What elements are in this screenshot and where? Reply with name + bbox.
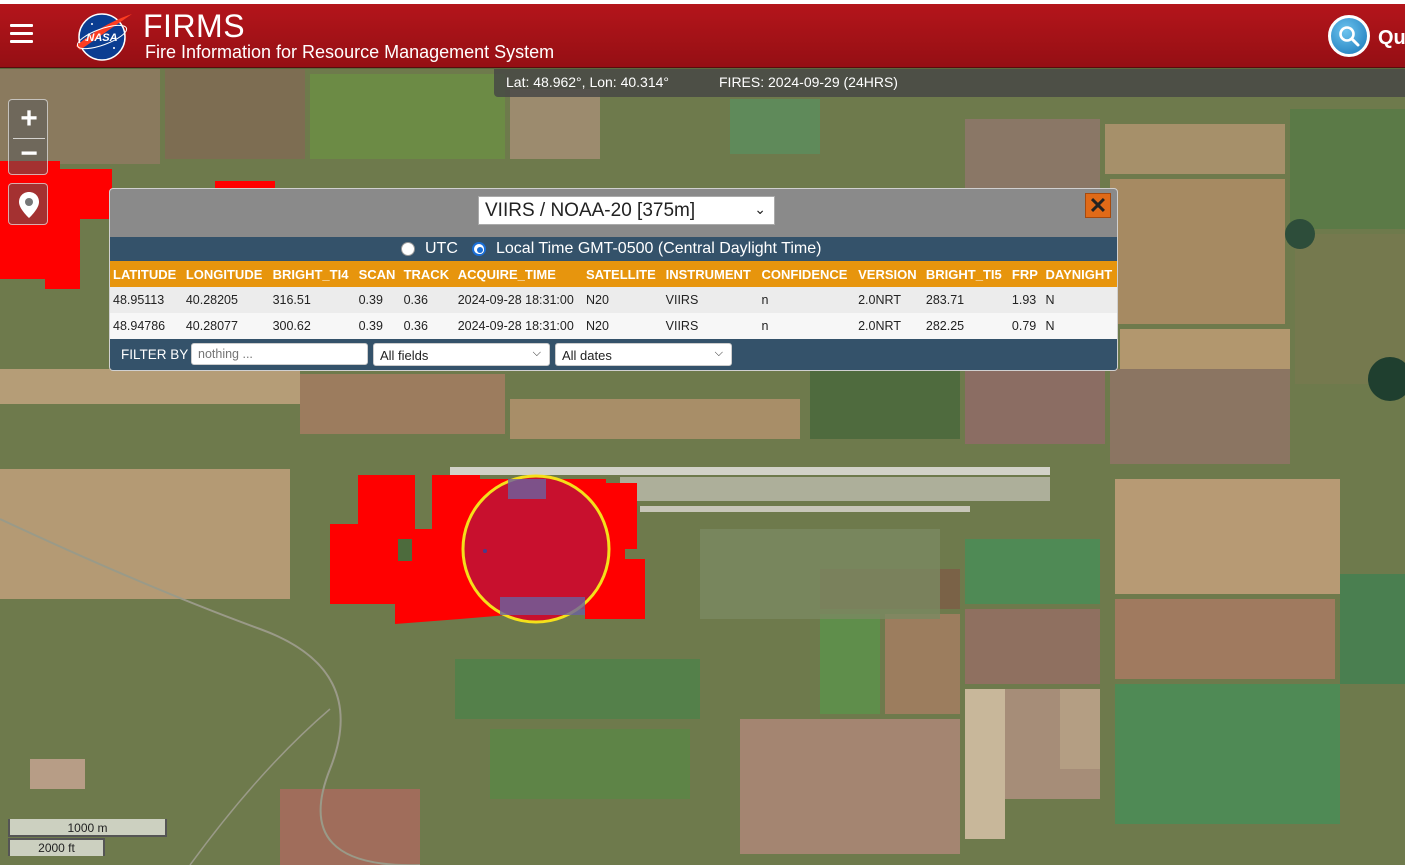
table-cell: N xyxy=(1042,313,1117,339)
table-cell: 283.71 xyxy=(922,287,1009,313)
table-cell: 2.0NRT xyxy=(855,313,923,339)
map-pin-icon xyxy=(19,192,39,218)
table-cell: n xyxy=(758,313,856,339)
table-cell: 2024-09-28 18:31:00 xyxy=(454,287,583,313)
satellite-select-value: VIIRS / NOAA-20 [375m] xyxy=(485,200,696,221)
app-header: NASA FIRMS Fire Information for Resource… xyxy=(0,4,1405,68)
search-button[interactable] xyxy=(1328,15,1370,57)
table-cell: 316.51 xyxy=(269,287,356,313)
table-cell: 0.39 xyxy=(355,287,401,313)
col-header[interactable]: SATELLITE xyxy=(582,261,663,287)
zoom-out-button[interactable]: − xyxy=(13,138,45,170)
col-header[interactable]: INSTRUMENT xyxy=(662,261,759,287)
fire-pixel-cluster-nw xyxy=(0,161,112,289)
scale-bar-imperial: 2000 ft xyxy=(8,838,105,856)
table-cell: 40.28205 xyxy=(182,287,270,313)
col-header[interactable]: LONGITUDE xyxy=(182,261,270,287)
table-header-row: LATITUDE LONGITUDE BRIGHT_TI4 SCAN TRACK… xyxy=(110,261,1117,287)
table-row[interactable]: 48.94786 40.28077 300.62 0.39 0.36 2024-… xyxy=(110,313,1117,339)
table-cell: 48.94786 xyxy=(110,313,183,339)
col-header[interactable]: VERSION xyxy=(855,261,923,287)
timezone-selector: UTC Local Time GMT-0500 (Central Dayligh… xyxy=(110,237,1117,261)
search-label[interactable]: Qu xyxy=(1378,27,1405,50)
nasa-logo: NASA xyxy=(76,13,132,61)
col-header[interactable]: BRIGHT_TI4 xyxy=(269,261,356,287)
scale-bar-metric: 1000 m xyxy=(8,819,167,837)
app-title: FIRMS xyxy=(143,8,246,44)
filter-input[interactable] xyxy=(191,343,368,365)
table-cell: 2.0NRT xyxy=(855,287,923,313)
hamburger-menu-icon[interactable] xyxy=(10,24,33,44)
chevron-down-icon: ⌄ xyxy=(754,201,766,217)
table-cell: 48.95113 xyxy=(110,287,183,313)
table-cell: 40.28077 xyxy=(182,313,270,339)
fire-details-popup: VIIRS / NOAA-20 [375m] ⌄ ✕ UTC Local Tim… xyxy=(109,188,1118,371)
table-cell: 0.79 xyxy=(1008,313,1043,339)
table-cell: 1.93 xyxy=(1008,287,1043,313)
fire-data-table: LATITUDE LONGITUDE BRIGHT_TI4 SCAN TRACK… xyxy=(110,261,1117,339)
utc-radio[interactable] xyxy=(401,242,415,256)
fires-date-label: FIRES: 2024-09-29 (24HRS) xyxy=(719,74,898,90)
date-filter-select[interactable]: All dates ⌵ xyxy=(555,343,732,366)
date-filter-value: All dates xyxy=(562,348,612,363)
locate-button[interactable] xyxy=(8,183,48,225)
table-cell: VIIRS xyxy=(662,313,759,339)
table-cell: 0.36 xyxy=(400,287,455,313)
col-header[interactable]: TRACK xyxy=(400,261,455,287)
table-cell: N20 xyxy=(582,287,663,313)
col-header[interactable]: SCAN xyxy=(355,261,401,287)
table-cell: n xyxy=(758,287,856,313)
field-filter-select[interactable]: All fields ⌵ xyxy=(373,343,550,366)
cursor-coordinates: Lat: 48.962°, Lon: 40.314° xyxy=(506,74,669,90)
col-header[interactable]: DAYNIGHT xyxy=(1042,261,1117,287)
table-row[interactable]: 48.95113 40.28205 316.51 0.39 0.36 2024-… xyxy=(110,287,1117,313)
utc-label[interactable]: UTC xyxy=(425,240,458,258)
chevron-down-icon: ⌵ xyxy=(714,347,723,359)
map-status-bar: Lat: 48.962°, Lon: 40.314° FIRES: 2024-0… xyxy=(494,69,1405,97)
search-icon xyxy=(1339,26,1360,47)
local-time-radio[interactable] xyxy=(472,242,486,256)
table-cell: VIIRS xyxy=(662,287,759,313)
close-popup-button[interactable]: ✕ xyxy=(1085,193,1111,218)
col-header[interactable]: CONFIDENCE xyxy=(758,261,856,287)
table-cell: N20 xyxy=(582,313,663,339)
col-header[interactable]: FRP xyxy=(1008,261,1043,287)
filter-label: FILTER BY xyxy=(121,347,189,362)
col-header[interactable]: ACQUIRE_TIME xyxy=(454,261,583,287)
satellite-select[interactable]: VIIRS / NOAA-20 [375m] ⌄ xyxy=(478,196,775,225)
table-cell: 2024-09-28 18:31:00 xyxy=(454,313,583,339)
table-cell: 0.36 xyxy=(400,313,455,339)
filter-bar: FILTER BY All fields ⌵ All dates ⌵ xyxy=(110,339,1117,370)
local-time-label[interactable]: Local Time GMT-0500 (Central Daylight Ti… xyxy=(496,240,821,258)
chevron-down-icon: ⌵ xyxy=(532,347,541,359)
table-cell: 0.39 xyxy=(355,313,401,339)
col-header[interactable]: LATITUDE xyxy=(110,261,183,287)
field-filter-value: All fields xyxy=(380,348,429,363)
table-cell: N xyxy=(1042,287,1117,313)
table-cell: 282.25 xyxy=(922,313,1009,339)
table-cell: 300.62 xyxy=(269,313,356,339)
app-subtitle: Fire Information for Resource Management… xyxy=(145,42,555,62)
col-header[interactable]: BRIGHT_TI5 xyxy=(922,261,1009,287)
zoom-controls: + − xyxy=(8,99,48,175)
zoom-in-button[interactable]: + xyxy=(13,104,45,136)
svg-text:NASA: NASA xyxy=(86,32,117,44)
